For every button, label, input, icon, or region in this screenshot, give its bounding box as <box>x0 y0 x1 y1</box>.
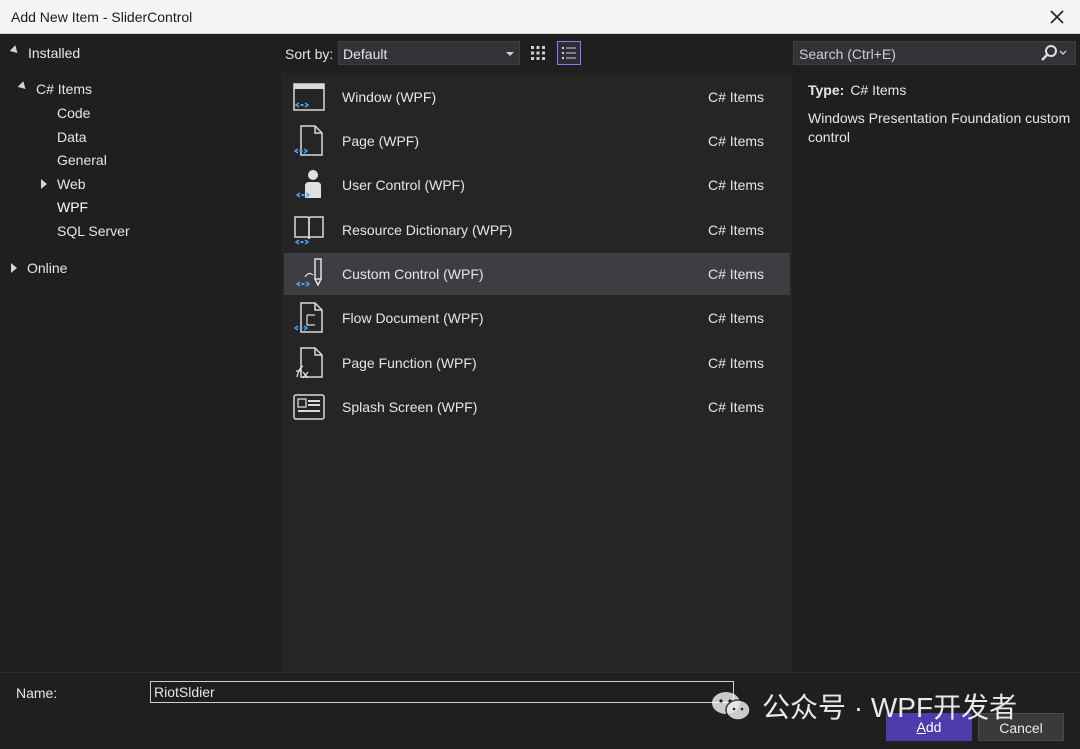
splash-screen-icon <box>293 394 325 420</box>
window-wpf-icon <box>293 83 325 111</box>
item-category: C# Items <box>708 310 765 326</box>
tree-item-code[interactable]: Code <box>57 102 90 124</box>
list-item-window-wpf[interactable]: Window (WPF) C# Items <box>284 76 790 118</box>
list-item-flow-document-wpf[interactable]: Flow Document (WPF) C# Items <box>284 297 790 339</box>
list-toolbar: Sort by: Default <box>281 35 792 73</box>
item-category: C# Items <box>708 89 765 105</box>
sort-dropdown[interactable]: Default <box>338 41 520 65</box>
search-icon[interactable] <box>1039 44 1069 65</box>
name-input[interactable] <box>150 681 734 703</box>
add-button[interactable]: Add <box>886 713 972 741</box>
page-function-icon <box>296 347 323 379</box>
chevron-down-icon <box>506 52 514 56</box>
item-name: Splash Screen (WPF) <box>342 399 478 415</box>
bottom-bar: Name: Add Cancel <box>0 672 1080 749</box>
item-name: User Control (WPF) <box>342 177 465 193</box>
add-label: dd <box>925 719 942 735</box>
name-label: Name: <box>16 685 58 701</box>
details-panel: Search (Ctrl+E) Type: C# Items Windows Pr… <box>792 35 1080 672</box>
collapsed-icon[interactable] <box>41 179 47 189</box>
tree-item-data[interactable]: Data <box>57 126 87 148</box>
tree-label: Web <box>57 176 86 192</box>
item-category: C# Items <box>708 266 765 282</box>
cancel-button[interactable]: Cancel <box>978 713 1064 741</box>
type-label: Type: <box>808 82 845 98</box>
item-name: Resource Dictionary (WPF) <box>342 222 513 238</box>
add-accel: A <box>916 719 926 735</box>
expanded-icon[interactable] <box>9 45 21 56</box>
close-icon <box>1050 10 1064 24</box>
sort-value: Default <box>343 46 388 62</box>
custom-control-icon <box>295 258 322 287</box>
item-description: Windows Presentation Foundation custom c… <box>808 110 1071 145</box>
list-view-icon <box>562 47 576 59</box>
tree-item-wpf[interactable]: WPF <box>57 196 88 218</box>
template-list: Window (WPF) C# Items Page (WPF) C# Item… <box>281 73 792 672</box>
list-view-button[interactable] <box>557 41 581 65</box>
tree-item-sql-server[interactable]: SQL Server <box>57 220 130 242</box>
tree-label: Online <box>27 260 68 276</box>
tree-label: C# Items <box>36 81 93 97</box>
tree-item-general[interactable]: General <box>57 149 107 171</box>
item-name: Window (WPF) <box>342 89 437 105</box>
list-item-page-function-wpf[interactable]: Page Function (WPF) C# Items <box>284 342 790 384</box>
sort-label: Sort by: <box>285 46 334 62</box>
item-category: C# Items <box>708 133 765 149</box>
page-wpf-icon <box>293 125 323 156</box>
resource-dictionary-icon <box>294 216 324 245</box>
search-placeholder: Search (Ctrl+E) <box>799 46 896 62</box>
type-value: C# Items <box>850 82 907 98</box>
search-box[interactable]: Search (Ctrl+E) <box>793 41 1076 65</box>
expanded-icon[interactable] <box>17 81 29 92</box>
grid-view-button[interactable] <box>526 41 550 65</box>
tree-label: Installed <box>28 45 81 61</box>
list-item-custom-control-wpf[interactable]: Custom Control (WPF) C# Items <box>284 253 790 295</box>
list-item-user-control-wpf[interactable]: User Control (WPF) C# Items <box>284 164 790 206</box>
list-item-splash-screen-wpf[interactable]: Splash Screen (WPF) C# Items <box>284 386 790 428</box>
title-bar: Add New Item - SliderControl <box>0 0 1080 34</box>
item-name: Page (WPF) <box>342 133 420 149</box>
close-button[interactable] <box>1044 4 1070 30</box>
item-category: C# Items <box>708 222 765 238</box>
template-tree: Installed C# Items Code Data General Web… <box>0 35 281 672</box>
flow-document-icon <box>293 302 323 333</box>
item-category: C# Items <box>708 177 765 193</box>
list-item-resource-dictionary-wpf[interactable]: Resource Dictionary (WPF) C# Items <box>284 209 790 251</box>
item-name: Custom Control (WPF) <box>342 266 484 282</box>
item-name: Page Function (WPF) <box>342 355 477 371</box>
item-category: C# Items <box>708 355 765 371</box>
user-control-icon <box>295 170 321 198</box>
item-name: Flow Document (WPF) <box>342 310 484 326</box>
grid-view-icon <box>531 46 545 60</box>
type-line: Type: C# Items <box>808 82 906 98</box>
collapsed-icon[interactable] <box>11 263 17 273</box>
window-title: Add New Item - SliderControl <box>11 9 193 25</box>
list-item-page-wpf[interactable]: Page (WPF) C# Items <box>284 120 790 162</box>
item-category: C# Items <box>708 399 765 415</box>
